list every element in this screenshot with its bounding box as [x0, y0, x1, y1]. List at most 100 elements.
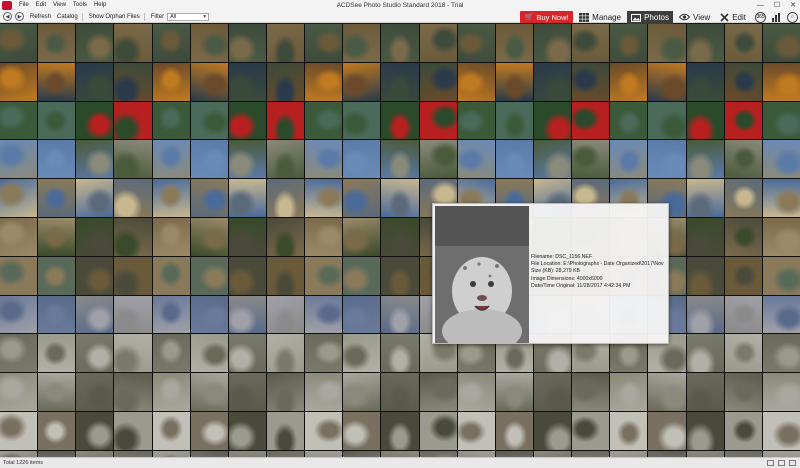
photo-thumbnail[interactable] — [686, 256, 724, 295]
photo-thumbnail[interactable] — [686, 101, 724, 140]
photo-thumbnail[interactable] — [457, 24, 495, 62]
photo-thumbnail[interactable] — [76, 411, 114, 450]
photo-thumbnail[interactable] — [457, 101, 495, 140]
manage-mode-button[interactable]: Manage — [575, 11, 625, 24]
photo-thumbnail[interactable] — [228, 334, 266, 373]
photo-thumbnail[interactable] — [228, 101, 266, 140]
photo-thumbnail[interactable] — [457, 62, 495, 101]
photo-thumbnail[interactable] — [76, 373, 114, 411]
photo-thumbnail[interactable] — [572, 62, 610, 101]
photo-thumbnail[interactable] — [762, 140, 800, 179]
photo-thumbnail[interactable] — [648, 101, 686, 140]
filter-dropdown[interactable]: All ▼ — [167, 12, 210, 21]
photo-thumbnail[interactable] — [495, 140, 533, 179]
photo-thumbnail[interactable] — [343, 62, 381, 101]
photo-thumbnail[interactable] — [305, 24, 343, 62]
photo-thumbnail[interactable] — [343, 140, 381, 179]
photos-mode-button[interactable]: Photos — [627, 10, 673, 24]
photo-thumbnail[interactable] — [266, 334, 305, 373]
details-view-icon[interactable] — [778, 460, 785, 466]
photo-thumbnail[interactable] — [114, 101, 152, 140]
photo-thumbnail[interactable] — [381, 373, 419, 411]
photo-thumbnail[interactable] — [266, 217, 305, 256]
photo-thumbnail[interactable] — [533, 101, 572, 140]
photo-thumbnail[interactable] — [114, 62, 152, 101]
photo-thumbnail[interactable] — [114, 217, 152, 256]
photo-thumbnail[interactable] — [190, 62, 228, 101]
photo-thumbnail[interactable] — [38, 62, 76, 101]
photo-thumbnail[interactable] — [610, 411, 648, 450]
photo-thumbnail[interactable] — [38, 256, 76, 295]
photo-thumbnail[interactable] — [419, 101, 457, 140]
photo-thumbnail[interactable] — [0, 295, 38, 334]
photo-thumbnail[interactable] — [305, 140, 343, 179]
photo-thumbnail[interactable] — [190, 334, 228, 373]
photo-thumbnail[interactable] — [38, 140, 76, 179]
photo-thumbnail[interactable] — [724, 179, 762, 217]
thumbnail-view-icon[interactable] — [767, 460, 774, 466]
photo-thumbnail[interactable] — [38, 411, 76, 450]
photo-thumbnail[interactable] — [0, 373, 38, 411]
photo-thumbnail[interactable] — [686, 373, 724, 411]
photo-thumbnail[interactable] — [38, 373, 76, 411]
photo-thumbnail[interactable] — [495, 24, 533, 62]
photo-thumbnail[interactable] — [762, 256, 800, 295]
photo-thumbnail[interactable] — [724, 295, 762, 334]
photo-thumbnail[interactable] — [152, 62, 190, 101]
photo-thumbnail[interactable] — [648, 411, 686, 450]
photo-thumbnail[interactable] — [266, 179, 305, 217]
photo-thumbnail[interactable] — [381, 179, 419, 217]
photo-thumbnail[interactable] — [114, 140, 152, 179]
photo-thumbnail[interactable] — [305, 101, 343, 140]
photo-thumbnail[interactable] — [228, 411, 266, 450]
photo-thumbnail[interactable] — [419, 411, 457, 450]
photo-thumbnail[interactable] — [686, 334, 724, 373]
photo-thumbnail[interactable] — [76, 179, 114, 217]
online-button[interactable]: ○ — [787, 11, 798, 23]
photo-thumbnail[interactable] — [648, 373, 686, 411]
photo-thumbnail[interactable] — [152, 101, 190, 140]
photo-thumbnail[interactable] — [648, 24, 686, 62]
photo-thumbnail[interactable] — [343, 256, 381, 295]
photo-thumbnail[interactable] — [38, 217, 76, 256]
photo-thumbnail[interactable] — [686, 62, 724, 101]
photo-thumbnail[interactable] — [533, 62, 572, 101]
photo-thumbnail[interactable] — [572, 140, 610, 179]
photo-thumbnail[interactable] — [305, 411, 343, 450]
photo-thumbnail[interactable] — [419, 140, 457, 179]
refresh-button[interactable]: Refresh — [30, 14, 51, 20]
acdsee-365-button[interactable]: 365 — [755, 11, 766, 23]
photo-thumbnail[interactable] — [38, 179, 76, 217]
photo-thumbnail[interactable] — [0, 334, 38, 373]
photo-thumbnail[interactable] — [343, 411, 381, 450]
photo-thumbnail[interactable] — [190, 411, 228, 450]
photo-thumbnail[interactable] — [381, 411, 419, 450]
photo-thumbnail[interactable] — [495, 373, 533, 411]
photo-thumbnail[interactable] — [152, 411, 190, 450]
photo-thumbnail[interactable] — [343, 295, 381, 334]
photo-thumbnail[interactable] — [190, 373, 228, 411]
photo-thumbnail[interactable] — [686, 24, 724, 62]
photo-thumbnail[interactable] — [419, 24, 457, 62]
photo-thumbnail[interactable] — [495, 62, 533, 101]
photo-thumbnail[interactable] — [572, 24, 610, 62]
photo-thumbnail[interactable] — [381, 140, 419, 179]
photo-thumbnail[interactable] — [495, 411, 533, 450]
photo-thumbnail[interactable] — [305, 217, 343, 256]
photo-thumbnail[interactable] — [0, 140, 38, 179]
photo-thumbnail[interactable] — [190, 101, 228, 140]
photo-thumbnail[interactable] — [343, 179, 381, 217]
photo-thumbnail[interactable] — [762, 411, 800, 450]
photo-thumbnail[interactable] — [152, 179, 190, 217]
photo-thumbnail[interactable] — [457, 140, 495, 179]
photo-thumbnail[interactable] — [533, 373, 572, 411]
photo-thumbnail[interactable] — [533, 411, 572, 450]
photo-thumbnail[interactable] — [610, 24, 648, 62]
photo-thumbnail[interactable] — [724, 62, 762, 101]
photo-thumbnail[interactable] — [610, 101, 648, 140]
photo-thumbnail[interactable] — [305, 256, 343, 295]
photo-thumbnail[interactable] — [38, 24, 76, 62]
photo-thumbnail[interactable] — [762, 295, 800, 334]
photo-thumbnail[interactable] — [343, 101, 381, 140]
photo-thumbnail[interactable] — [762, 334, 800, 373]
